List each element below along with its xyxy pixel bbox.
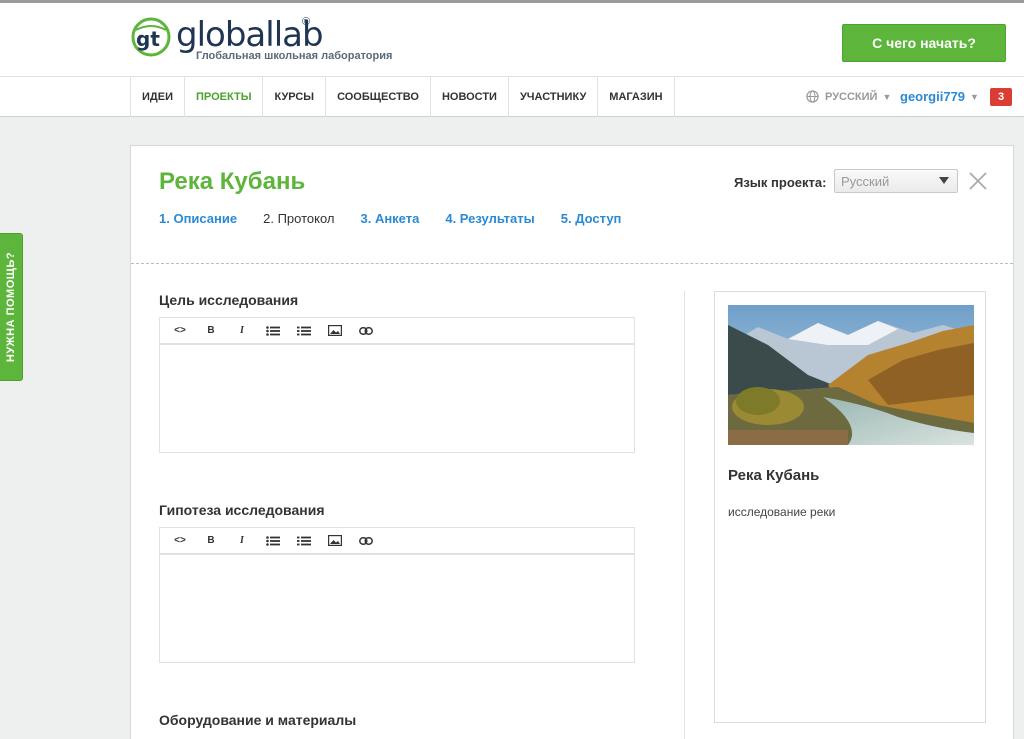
dropdown-arrow-icon bbox=[939, 177, 949, 184]
tab-results[interactable]: 4. Результаты bbox=[445, 211, 534, 226]
help-tab-label: НУЖНА ПОМОЩЬ? bbox=[5, 251, 18, 363]
bold-icon[interactable]: B bbox=[199, 321, 223, 341]
hypothesis-textarea[interactable] bbox=[160, 555, 634, 661]
hypothesis-label: Гипотеза исследования bbox=[159, 502, 325, 518]
logo-wordmark: globallab bbox=[176, 15, 324, 55]
logo-registered-mark: ® bbox=[302, 16, 311, 28]
nav-item-shop[interactable]: МАГАЗИН bbox=[598, 77, 675, 117]
numbered-list-icon[interactable] bbox=[292, 321, 316, 341]
code-icon[interactable]: <> bbox=[168, 321, 192, 341]
bold-icon[interactable]: B bbox=[199, 531, 223, 551]
image-icon[interactable] bbox=[323, 321, 347, 341]
editor-toolbar: <> B I bbox=[160, 318, 634, 345]
preview-description: исследование реки bbox=[728, 505, 836, 519]
tab-questionnaire[interactable]: 3. Анкета bbox=[360, 211, 419, 226]
globe-icon bbox=[806, 90, 819, 103]
site-language-label: РУССКИЙ bbox=[825, 90, 878, 103]
nav-item-participant[interactable]: УЧАСТНИКУ bbox=[509, 77, 599, 117]
getting-started-button[interactable]: С чего начать? bbox=[842, 24, 1006, 62]
main-nav-bar: ИДЕИ ПРОЕКТЫ КУРСЫ СООБЩЕСТВО НОВОСТИ УЧ… bbox=[0, 76, 1024, 117]
project-cover-image bbox=[728, 305, 974, 445]
logo-subtitle: Глобальная школьная лаборатория bbox=[196, 50, 393, 62]
column-divider bbox=[684, 291, 685, 739]
tab-protocol[interactable]: 2. Протокол bbox=[263, 211, 334, 226]
project-preview-card: Река Кубань исследование реки bbox=[714, 291, 986, 723]
top-header: gt globallab ® Глобальная школьная лабор… bbox=[0, 0, 1024, 76]
caret-down-icon: ▼ bbox=[882, 91, 892, 102]
nav-item-news[interactable]: НОВОСТИ bbox=[431, 77, 509, 117]
goal-textarea[interactable] bbox=[160, 345, 634, 451]
link-icon[interactable] bbox=[354, 531, 378, 551]
project-title: Река Кубань bbox=[159, 168, 306, 195]
bullet-list-icon[interactable] bbox=[261, 321, 285, 341]
goal-label: Цель исследования bbox=[159, 292, 299, 308]
tab-access[interactable]: 5. Доступ bbox=[561, 211, 622, 226]
code-icon[interactable]: <> bbox=[168, 531, 192, 551]
italic-icon[interactable]: I bbox=[230, 321, 254, 341]
bullet-list-icon[interactable] bbox=[261, 531, 285, 551]
editor-toolbar: <> B I bbox=[160, 528, 634, 555]
user-menu[interactable]: georgii779 ▼ bbox=[900, 89, 979, 104]
project-editor-card: Река Кубань Язык проекта: Русский 1. Опи… bbox=[130, 145, 1014, 739]
goal-editor: <> B I bbox=[159, 317, 635, 453]
site-language-switcher[interactable]: РУССКИЙ ▼ bbox=[806, 90, 891, 103]
notifications-badge[interactable]: 3 bbox=[990, 88, 1012, 106]
close-icon[interactable] bbox=[967, 170, 989, 192]
preview-title: Река Кубань bbox=[728, 467, 820, 484]
site-logo[interactable]: gt globallab ® Глобальная школьная лабор… bbox=[130, 14, 430, 66]
project-language-value: Русский bbox=[841, 173, 890, 189]
equipment-label: Оборудование и материалы bbox=[159, 712, 357, 728]
project-language-select[interactable]: Русский bbox=[834, 169, 958, 193]
link-icon[interactable] bbox=[354, 321, 378, 341]
hypothesis-editor: <> B I bbox=[159, 527, 635, 663]
italic-icon[interactable]: I bbox=[230, 531, 254, 551]
section-divider bbox=[131, 263, 1013, 264]
nav-item-courses[interactable]: КУРСЫ bbox=[263, 77, 327, 117]
globe-logo-icon: gt bbox=[131, 17, 171, 57]
image-icon[interactable] bbox=[323, 531, 347, 551]
nav-item-community[interactable]: СООБЩЕСТВО bbox=[326, 77, 431, 117]
help-side-tab[interactable]: НУЖНА ПОМОЩЬ? bbox=[0, 233, 23, 381]
main-nav: ИДЕИ ПРОЕКТЫ КУРСЫ СООБЩЕСТВО НОВОСТИ УЧ… bbox=[130, 77, 675, 117]
username: georgii779 bbox=[900, 89, 966, 104]
tab-description[interactable]: 1. Описание bbox=[159, 211, 237, 226]
numbered-list-icon[interactable] bbox=[292, 531, 316, 551]
project-language-label: Язык проекта: bbox=[734, 175, 827, 190]
svg-text:gt: gt bbox=[136, 27, 160, 51]
caret-down-icon: ▼ bbox=[970, 91, 979, 102]
project-steps-tabs: 1. Описание 2. Протокол 3. Анкета 4. Рез… bbox=[159, 211, 647, 226]
nav-item-ideas[interactable]: ИДЕИ bbox=[131, 77, 185, 117]
nav-item-projects[interactable]: ПРОЕКТЫ bbox=[185, 77, 264, 117]
